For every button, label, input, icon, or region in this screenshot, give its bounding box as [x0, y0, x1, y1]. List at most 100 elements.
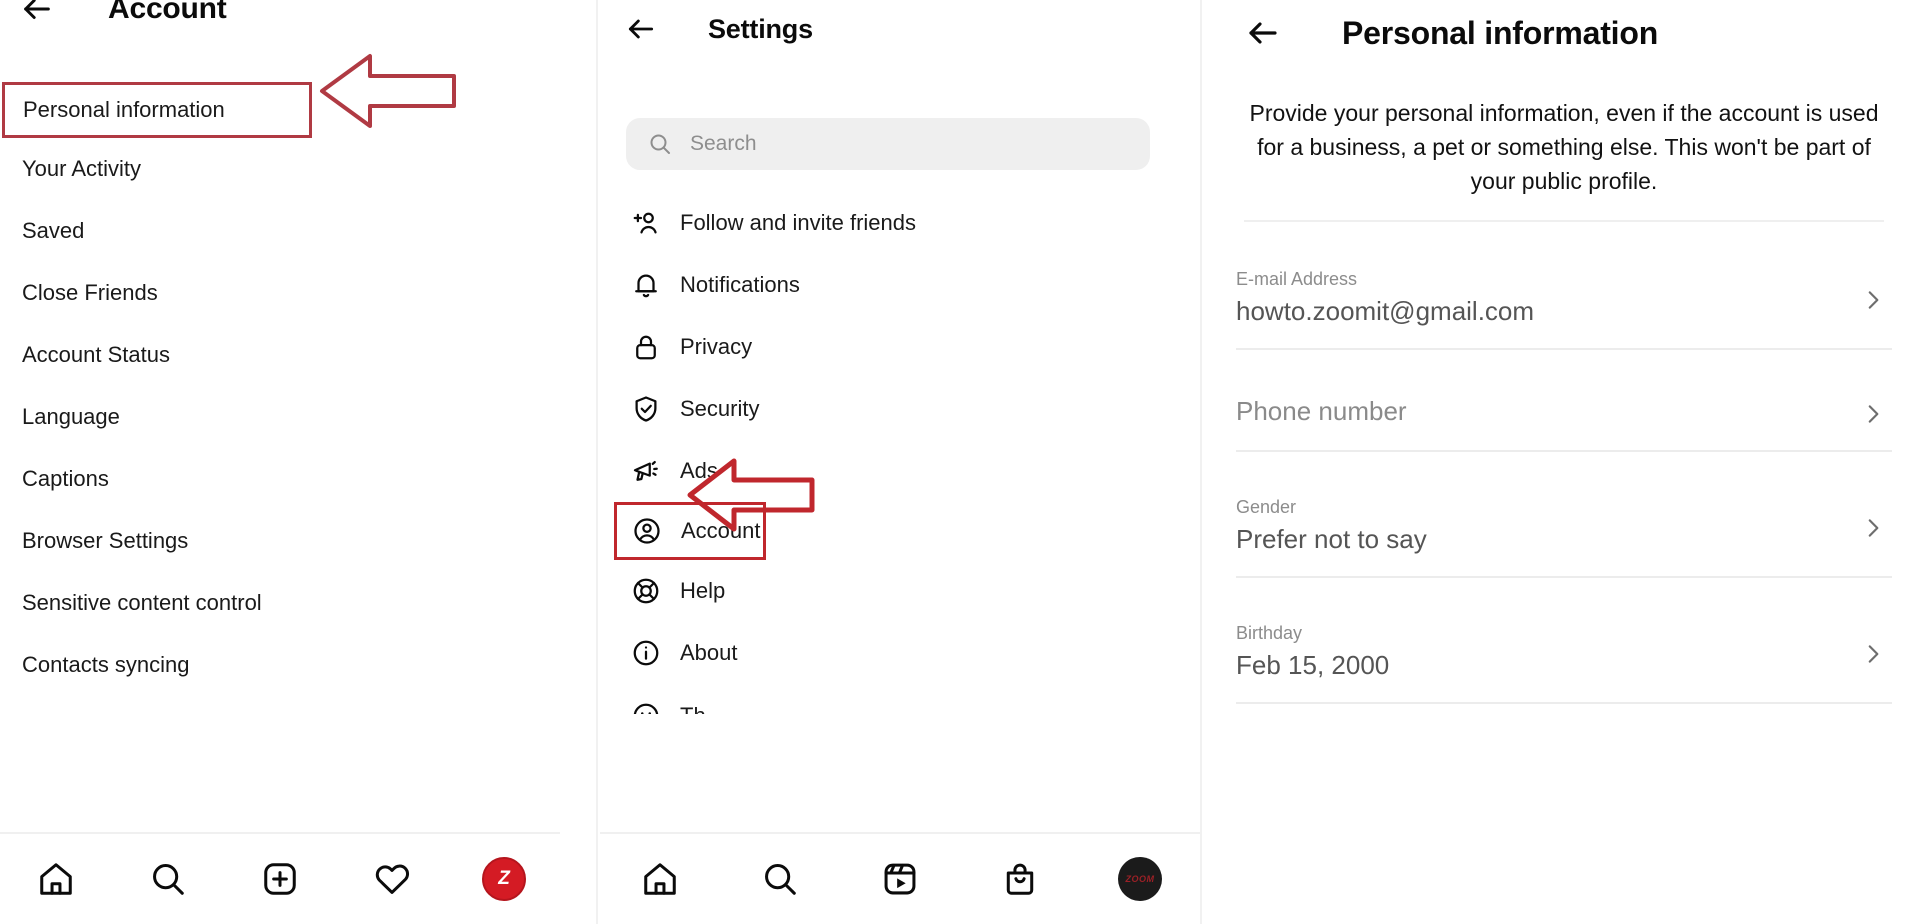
- settings-item-help[interactable]: Help: [600, 560, 1200, 622]
- avatar-label: Z: [498, 868, 510, 889]
- chevron-right-icon: [1860, 401, 1886, 427]
- page-title: Account: [108, 0, 227, 25]
- field-spacer: [1208, 578, 1920, 606]
- sidebar-item-contacts-syncing[interactable]: Contacts syncing: [0, 634, 596, 696]
- menu-item-label: Sensitive content control: [22, 590, 262, 615]
- field-email-address[interactable]: E-mail Address howto.zoomit@gmail.com: [1236, 252, 1892, 350]
- menu-item-label: Personal information: [23, 97, 225, 122]
- page-title: Personal information: [1342, 14, 1659, 51]
- settings-item-theme[interactable]: Th: [600, 684, 1200, 714]
- profile-avatar[interactable]: ZOOM: [1108, 847, 1172, 911]
- field-birthday[interactable]: Birthday Feb 15, 2000: [1236, 606, 1892, 704]
- panel-divider-2: [1200, 0, 1202, 924]
- settings-item-label: Security: [680, 396, 760, 421]
- personal-information-fields: E-mail Address howto.zoomit@gmail.com Ph…: [1208, 252, 1920, 704]
- field-phone-number[interactable]: Phone number: [1236, 378, 1892, 452]
- settings-item-privacy[interactable]: Privacy: [600, 316, 1200, 378]
- reels-icon[interactable]: [868, 847, 932, 911]
- sidebar-item-close-friends[interactable]: Close Friends: [0, 262, 596, 324]
- search-icon[interactable]: [136, 847, 200, 911]
- menu-item-label: Language: [22, 404, 120, 429]
- personal-information-description: Provide your personal information, even …: [1244, 96, 1884, 222]
- field-gender[interactable]: Gender Prefer not to say: [1236, 480, 1892, 578]
- field-label: Gender: [1236, 497, 1297, 517]
- menu-item-label: Close Friends: [22, 280, 158, 305]
- tutorial-screenshot: Account Personal information Your Activi…: [0, 0, 1920, 924]
- sidebar-item-your-activity[interactable]: Your Activity: [0, 138, 596, 200]
- menu-item-label: Captions: [22, 466, 109, 491]
- avatar-label: ZOOM: [1125, 874, 1155, 884]
- shield-check-icon: [626, 389, 666, 429]
- chevron-right-icon: [1860, 515, 1886, 541]
- account-circle-icon: [627, 511, 667, 551]
- menu-item-label: Saved: [22, 218, 85, 243]
- menu-item-label: Your Activity: [22, 156, 142, 181]
- avatar[interactable]: Z: [482, 857, 526, 901]
- field-spacer: [1208, 350, 1920, 378]
- menu-item-label: Browser Settings: [22, 528, 189, 553]
- settings-item-notifications[interactable]: Notifications: [600, 254, 1200, 316]
- settings-item-label: Notifications: [680, 272, 800, 297]
- lifebuoy-icon: [626, 571, 666, 611]
- search-icon: [648, 132, 672, 156]
- chevron-right-icon: [1860, 287, 1886, 313]
- search-icon[interactable]: [748, 847, 812, 911]
- field-value: Feb 15, 2000: [1236, 650, 1390, 680]
- bottom-navigation-account: Z: [0, 832, 560, 924]
- theme-icon: [626, 696, 666, 714]
- sidebar-item-saved[interactable]: Saved: [0, 200, 596, 262]
- menu-item-label: Account Status: [22, 342, 170, 367]
- sidebar-item-personal-information[interactable]: Personal information: [2, 82, 312, 138]
- arrow-left-icon[interactable]: [618, 6, 664, 52]
- field-label: E-mail Address: [1236, 269, 1358, 289]
- sidebar-item-account-status[interactable]: Account Status: [0, 324, 596, 386]
- sidebar-item-sensitive-content-control[interactable]: Sensitive content control: [0, 572, 596, 634]
- bottom-navigation-settings: ZOOM: [600, 832, 1200, 924]
- add-post-icon[interactable]: [248, 847, 312, 911]
- lock-icon: [626, 327, 666, 367]
- account-menu-list: Personal information Your Activity Saved…: [0, 82, 596, 696]
- panel-personal-information: Personal information Provide your person…: [1208, 0, 1920, 924]
- settings-item-about[interactable]: About: [600, 622, 1200, 684]
- panel-divider-1: [596, 0, 598, 924]
- settings-item-label: Help: [680, 578, 726, 603]
- settings-item-security[interactable]: Security: [600, 378, 1200, 440]
- field-value: howto.zoomit@gmail.com: [1236, 296, 1535, 326]
- field-spacer: [1208, 452, 1920, 480]
- panel-account-settings: Account Personal information Your Activi…: [0, 0, 596, 924]
- chevron-right-icon: [1860, 641, 1886, 667]
- megaphone-icon: [626, 451, 666, 491]
- home-icon[interactable]: [24, 847, 88, 911]
- settings-menu-list: Follow and invite friends Notifications: [600, 192, 1200, 714]
- add-person-icon: [626, 203, 666, 243]
- callout-arrow-account: [686, 455, 816, 535]
- settings-item-label: About: [680, 640, 738, 665]
- search-placeholder: Search: [690, 132, 757, 155]
- sidebar-item-captions[interactable]: Captions: [0, 448, 596, 510]
- settings-header: Settings: [618, 6, 813, 52]
- heart-icon[interactable]: [360, 847, 424, 911]
- settings-item-label: Th: [680, 703, 706, 714]
- account-header: Account: [14, 0, 227, 32]
- sidebar-item-language[interactable]: Language: [0, 386, 596, 448]
- settings-item-follow-and-invite-friends[interactable]: Follow and invite friends: [600, 192, 1200, 254]
- page-title: Settings: [708, 13, 813, 44]
- menu-item-label: Contacts syncing: [22, 652, 190, 677]
- avatar[interactable]: ZOOM: [1118, 857, 1162, 901]
- personal-information-header: Personal information: [1240, 10, 1658, 56]
- sidebar-item-browser-settings[interactable]: Browser Settings: [0, 510, 596, 572]
- bell-icon: [626, 265, 666, 305]
- field-value: Phone number: [1236, 396, 1407, 426]
- settings-item-label: Privacy: [680, 334, 753, 359]
- arrow-left-icon[interactable]: [14, 0, 60, 32]
- callout-arrow-personal-information: [318, 50, 458, 132]
- arrow-left-icon[interactable]: [1240, 10, 1286, 56]
- panel-settings: Settings Search Follow and invite friend…: [600, 0, 1200, 924]
- field-value: Prefer not to say: [1236, 524, 1427, 554]
- field-label: Birthday: [1236, 623, 1303, 643]
- shop-icon[interactable]: [988, 847, 1052, 911]
- profile-avatar[interactable]: Z: [472, 847, 536, 911]
- search-input[interactable]: Search: [626, 118, 1150, 170]
- home-icon[interactable]: [628, 847, 692, 911]
- settings-item-label: Follow and invite friends: [680, 210, 917, 235]
